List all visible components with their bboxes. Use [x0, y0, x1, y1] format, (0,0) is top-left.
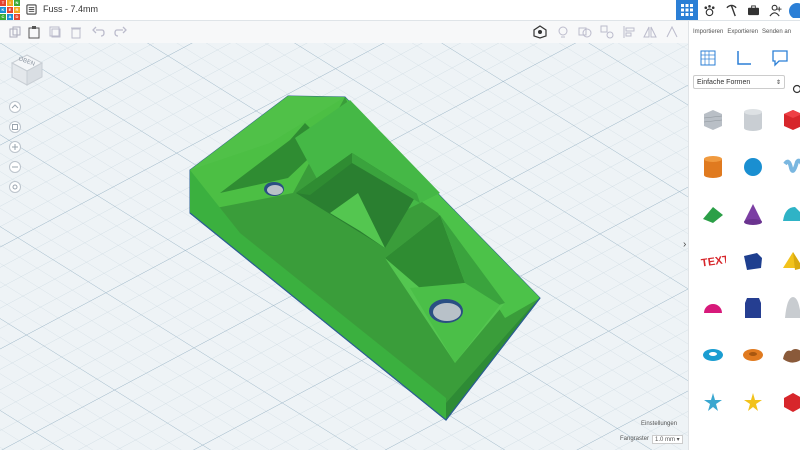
torus-shape[interactable]: [733, 244, 773, 278]
pickaxe-icon: [725, 4, 737, 16]
zoom-in-icon[interactable]: [9, 141, 21, 153]
lightbulb-icon[interactable]: [556, 25, 570, 39]
paraboloid-shape[interactable]: [773, 291, 800, 325]
logo-letter: R: [14, 7, 20, 13]
duplicate-icon[interactable]: [48, 25, 62, 39]
design-menu-icon[interactable]: [26, 4, 37, 15]
grid-icon: [681, 4, 693, 16]
zoom-out-icon[interactable]: [9, 161, 21, 173]
pyramid-shape[interactable]: [773, 244, 800, 278]
share-button[interactable]: [764, 0, 786, 20]
star-shape[interactable]: [693, 385, 733, 419]
cylinder-shape[interactable]: [693, 150, 733, 184]
roof-shape[interactable]: [693, 197, 733, 231]
edit-toolbar: [0, 21, 690, 44]
redo-icon[interactable]: [113, 25, 127, 39]
paste-icon[interactable]: [27, 25, 41, 39]
workplane[interactable]: OBEN Einstellungen Fangraster 1.0 mm ▾ ›: [0, 43, 688, 450]
user-add-icon: [768, 4, 782, 16]
3d-view-button[interactable]: [676, 0, 698, 20]
avatar-icon: [789, 3, 800, 18]
logo-letter: C: [0, 14, 6, 20]
cruise-icon[interactable]: [665, 25, 679, 39]
box-hole-shape[interactable]: [693, 103, 733, 137]
shape-category-value: Einfache Formen: [697, 79, 751, 86]
shapes-grid: TEXT: [693, 103, 800, 419]
icosahedron-shape[interactable]: [773, 385, 800, 419]
briefcase-icon: [747, 4, 759, 15]
design-title[interactable]: Fuss - 7.4mm: [43, 4, 98, 14]
copy-icon[interactable]: [8, 25, 22, 39]
codeblocks-button[interactable]: [720, 0, 742, 20]
fit-view-icon[interactable]: [9, 121, 21, 133]
panel-collapse-chevron-icon[interactable]: ›: [683, 239, 686, 250]
import-button[interactable]: Importieren: [693, 29, 723, 35]
polygon-shape[interactable]: [733, 291, 773, 325]
settings-link[interactable]: Einstellungen: [641, 421, 677, 427]
workplane-grid: [0, 43, 688, 450]
box-shape[interactable]: [773, 103, 800, 137]
group-icon[interactable]: [578, 25, 592, 39]
workplane-tool-icon[interactable]: [699, 49, 717, 67]
logo-letter: T: [0, 0, 6, 6]
logo-letter: E: [7, 7, 13, 13]
notes-tool-icon[interactable]: [771, 49, 789, 67]
tinkercad-logo[interactable]: T I N K E R C A D: [0, 0, 20, 20]
logo-letter: K: [0, 7, 6, 13]
send-to-button[interactable]: Senden an: [762, 29, 791, 35]
star-yellow-shape[interactable]: [733, 385, 773, 419]
round-roof-shape[interactable]: [773, 197, 800, 231]
logo-letter: A: [7, 14, 13, 20]
mirror-icon[interactable]: [643, 25, 657, 39]
half-sphere-shape[interactable]: [693, 291, 733, 325]
chevron-updown-icon: ⇕: [775, 80, 781, 86]
ring-shape[interactable]: [693, 338, 733, 372]
paw-icon: [703, 4, 715, 16]
align-icon[interactable]: [622, 25, 636, 39]
home-view-icon[interactable]: [9, 101, 21, 113]
logo-letter: I: [7, 0, 13, 6]
svg-text:TEXT: TEXT: [700, 254, 726, 270]
cylinder-hole-shape[interactable]: [733, 103, 773, 137]
perspective-icon[interactable]: [9, 181, 21, 193]
sphere-shape[interactable]: [733, 150, 773, 184]
notes-icon[interactable]: [533, 25, 547, 39]
ruler-tool-icon[interactable]: [735, 49, 753, 67]
ungroup-icon[interactable]: [600, 25, 614, 39]
shapes-panel: Importieren Exportieren Senden an Einfac…: [688, 21, 800, 450]
export-button[interactable]: Exportieren: [727, 29, 758, 35]
cone-shape[interactable]: [733, 197, 773, 231]
profile-avatar[interactable]: [786, 0, 800, 20]
shape-category-select[interactable]: Einfache Formen ⇕: [693, 75, 785, 89]
undo-icon[interactable]: [92, 25, 106, 39]
search-icon[interactable]: [792, 84, 800, 94]
tube-shape[interactable]: [733, 338, 773, 372]
logo-letter: D: [14, 14, 20, 20]
snap-grid-label: Fangraster: [620, 436, 650, 442]
text-shape[interactable]: TEXT: [693, 244, 733, 278]
logo-letter: N: [14, 0, 20, 6]
view-cube[interactable]: OBEN: [10, 53, 44, 87]
scribble-shape[interactable]: [773, 150, 800, 184]
circuits-button[interactable]: [698, 0, 720, 20]
snap-grid-select[interactable]: 1.0 mm ▾: [652, 435, 683, 444]
top-bar: T I N K E R C A D Fuss - 7.4mm: [0, 0, 800, 21]
rock-shape[interactable]: [773, 338, 800, 372]
lessons-button[interactable]: [742, 0, 764, 20]
delete-icon[interactable]: [69, 25, 83, 39]
snap-grid-value: 1.0 mm: [655, 437, 676, 443]
